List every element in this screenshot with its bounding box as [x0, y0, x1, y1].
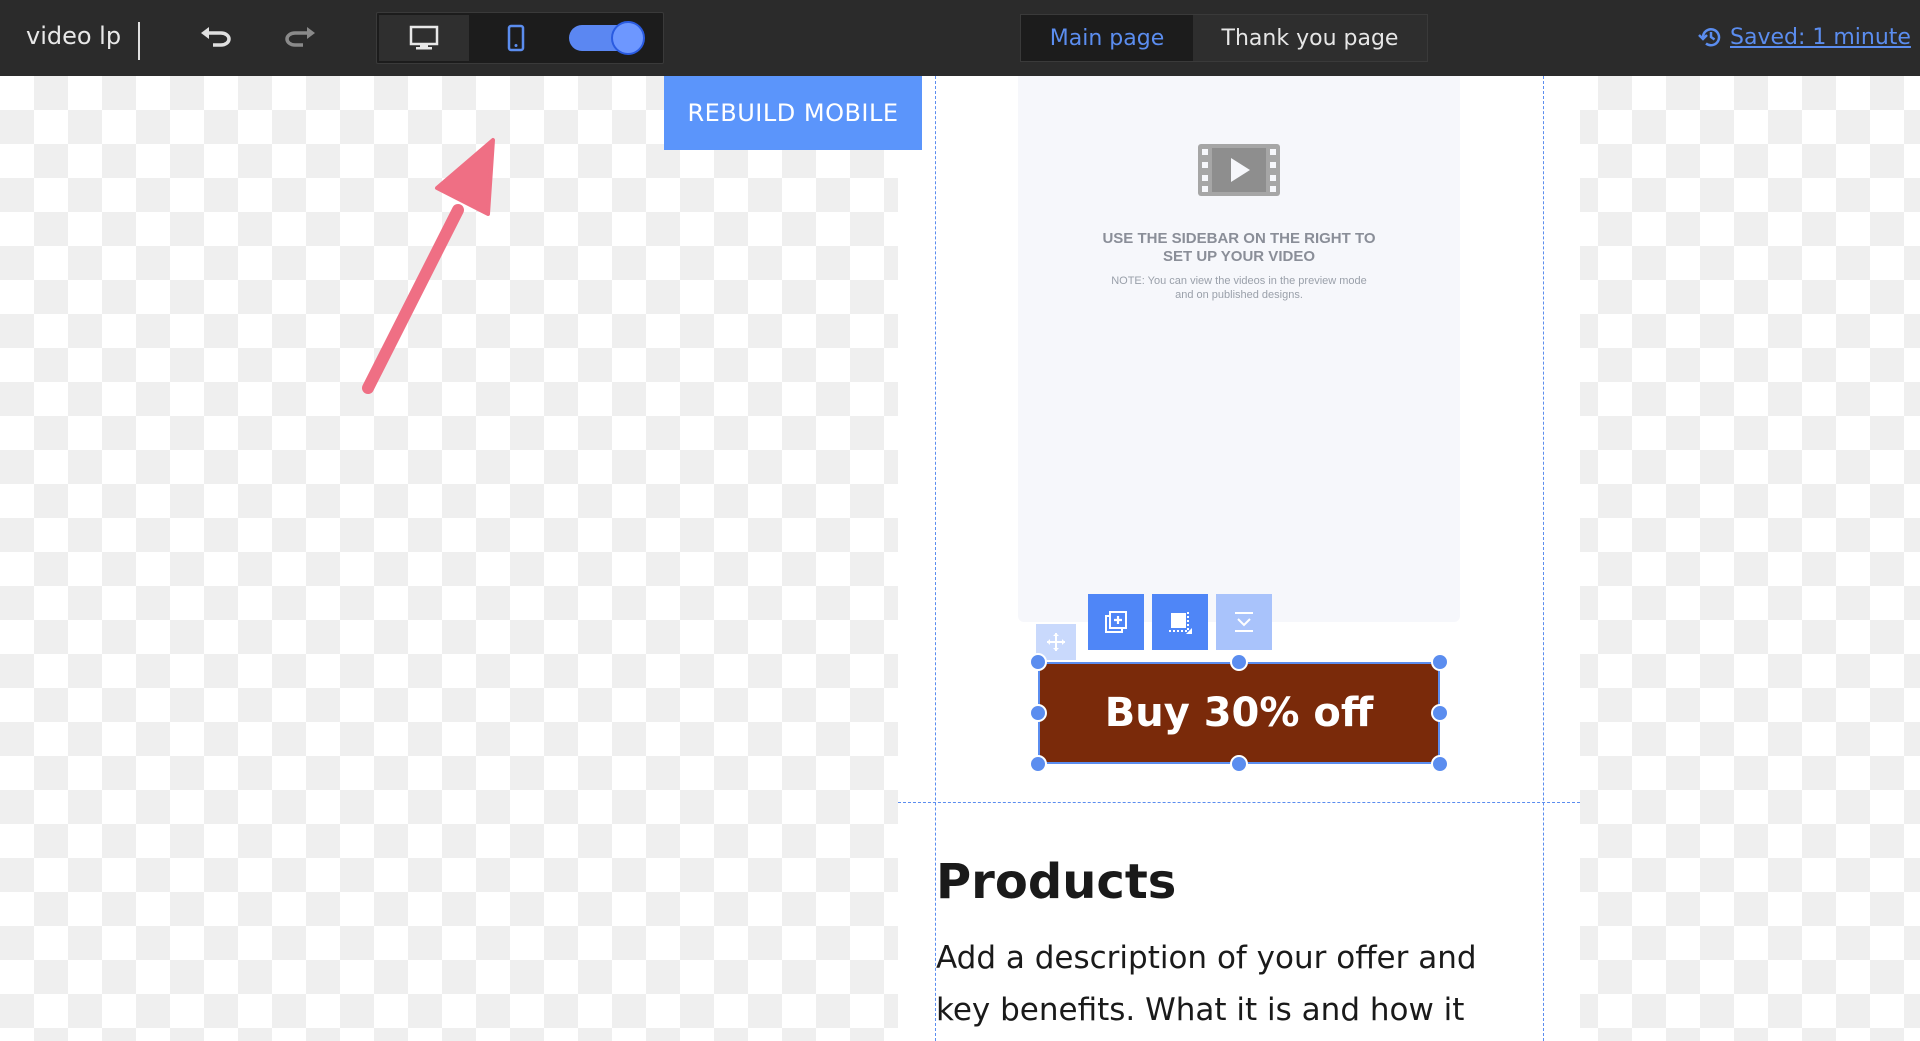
- tab-thank-you-page[interactable]: Thank you page: [1193, 15, 1427, 61]
- video-film-icon: [1198, 144, 1280, 196]
- undo-icon: [201, 27, 231, 47]
- resize-handle-top-left[interactable]: [1029, 653, 1047, 671]
- toolbar-divider: [138, 22, 140, 60]
- products-description-line2: key benefits. What it is and how it: [936, 992, 1465, 1028]
- resize-handle-bottom-right[interactable]: [1431, 755, 1449, 773]
- rebuild-mobile-button[interactable]: REBUILD MOBILE: [664, 76, 922, 150]
- move-icon: [1047, 633, 1065, 651]
- mobile-version-toggle[interactable]: [569, 21, 645, 55]
- content-guide-right: [1543, 76, 1544, 1041]
- history-icon: [1698, 28, 1721, 47]
- video-note: NOTE: You can view the videos in the pre…: [1018, 274, 1460, 302]
- duplicate-element-button[interactable]: [1152, 594, 1208, 650]
- video-instructions: USE THE SIDEBAR ON THE RIGHT TO SET UP Y…: [1018, 230, 1460, 266]
- video-instructions-line2: SET UP YOUR VIDEO: [1163, 248, 1315, 265]
- products-heading[interactable]: Products: [936, 854, 1176, 910]
- tab-main-page[interactable]: Main page: [1021, 15, 1193, 61]
- add-element-button[interactable]: [1088, 594, 1144, 650]
- redo-button[interactable]: [278, 18, 322, 58]
- editor-toolbar: video lp Main page Thank you page Saved:…: [0, 0, 1920, 76]
- buy-button[interactable]: Buy 30% off: [1038, 662, 1440, 764]
- products-description-line1: Add a description of your offer and: [936, 940, 1477, 976]
- saved-status-link[interactable]: Saved: 1 minute: [1698, 24, 1911, 50]
- redo-icon: [285, 27, 315, 47]
- desktop-monitor-icon: [409, 25, 439, 50]
- saved-status-text: Saved: 1 minute: [1730, 24, 1911, 50]
- video-instructions-line1: USE THE SIDEBAR ON THE RIGHT TO: [1102, 230, 1376, 247]
- video-note-line2: and on published designs.: [1175, 289, 1303, 301]
- mobile-view-button[interactable]: [471, 15, 561, 61]
- device-switcher: [376, 12, 664, 64]
- project-name: video lp: [26, 22, 122, 50]
- collapse-icon: [1235, 612, 1253, 632]
- resize-handle-left[interactable]: [1029, 704, 1047, 722]
- resize-handle-bottom-left[interactable]: [1029, 755, 1047, 773]
- resize-handle-top[interactable]: [1230, 653, 1248, 671]
- collapse-element-button[interactable]: [1216, 594, 1272, 650]
- video-note-line1: NOTE: You can view the videos in the pre…: [1111, 275, 1367, 287]
- section-guide: [898, 802, 1580, 803]
- video-placeholder[interactable]: USE THE SIDEBAR ON THE RIGHT TO SET UP Y…: [1018, 76, 1460, 622]
- resize-handle-right[interactable]: [1431, 704, 1449, 722]
- toggle-knob: [611, 21, 645, 55]
- duplicate-icon: [1169, 611, 1192, 634]
- undo-button[interactable]: [194, 18, 238, 58]
- editor-canvas: REBUILD MOBILE USE THE SIDEBAR ON THE RI…: [0, 76, 1920, 1041]
- desktop-view-button[interactable]: [379, 15, 469, 61]
- products-description[interactable]: Add a description of your offer and key …: [936, 932, 1536, 1036]
- page-tabs: Main page Thank you page: [1020, 14, 1428, 62]
- add-element-icon: [1105, 611, 1127, 633]
- resize-handle-bottom[interactable]: [1230, 755, 1248, 773]
- annotation-arrow-icon: [362, 138, 495, 394]
- resize-handle-top-right[interactable]: [1431, 653, 1449, 671]
- mobile-phone-icon: [507, 24, 525, 52]
